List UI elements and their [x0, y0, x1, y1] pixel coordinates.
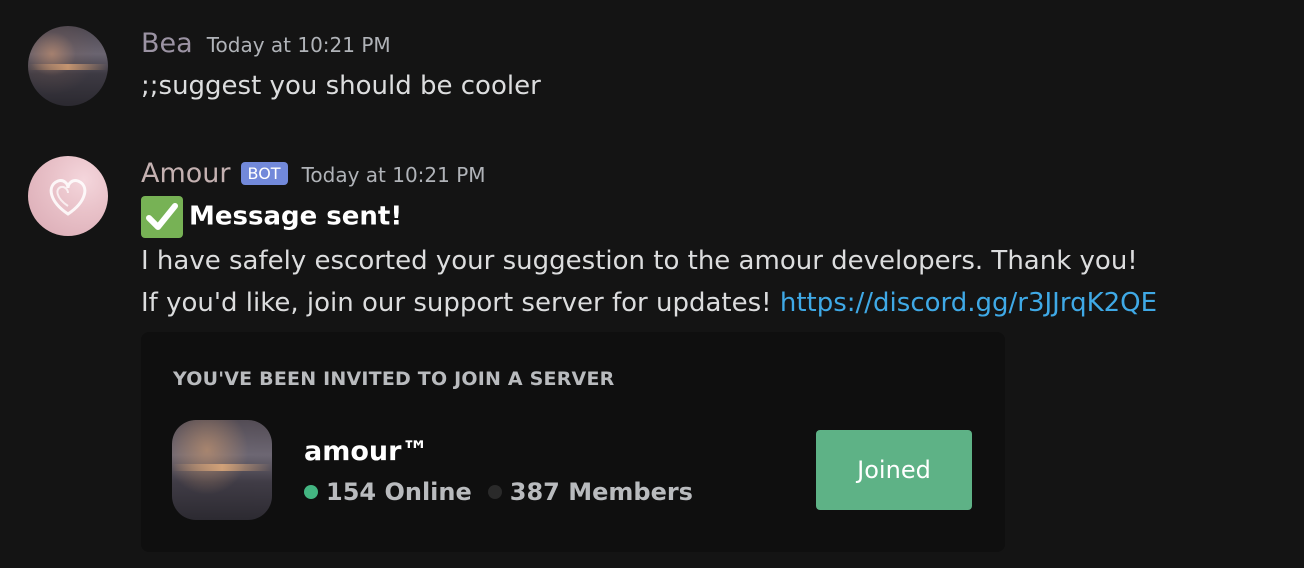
message-text: ;;suggest you should be cooler — [141, 71, 541, 101]
server-stats: 154 Online 387 Members — [304, 478, 693, 506]
message-header: Amour BOT Today at 10:21 PM — [141, 158, 486, 189]
heart-logo-icon — [49, 179, 87, 216]
server-name[interactable]: amour™ — [304, 436, 428, 467]
message-heading-line: Message sent! — [141, 196, 402, 238]
avatar-bea[interactable] — [28, 26, 108, 106]
online-status-icon — [304, 485, 318, 499]
message-line-1: I have safely escorted your suggestion t… — [141, 246, 1138, 276]
joined-button[interactable]: Joined — [816, 430, 972, 510]
members-status-icon — [487, 485, 502, 499]
message-heading: Message sent! — [189, 201, 403, 232]
timestamp: Today at 10:21 PM — [301, 163, 486, 187]
online-count: 154 Online — [326, 478, 472, 506]
avatar-amour[interactable] — [28, 156, 108, 236]
bot-tag: BOT — [240, 162, 288, 185]
invite-title: YOU'VE BEEN INVITED TO JOIN A SERVER — [173, 368, 615, 390]
username-bea[interactable]: Bea — [141, 28, 193, 59]
invite-link[interactable]: https://discord.gg/r3JJrqK2QE — [780, 288, 1157, 318]
member-count: 387 Members — [509, 478, 693, 506]
timestamp: Today at 10:21 PM — [206, 33, 391, 57]
message-line-2: If you'd like, join our support server f… — [141, 288, 1157, 318]
username-amour[interactable]: Amour — [141, 158, 231, 189]
message-header: Bea Today at 10:21 PM — [141, 28, 391, 59]
check-mark-button-icon — [141, 196, 183, 238]
server-icon[interactable] — [172, 420, 272, 520]
message-line-2-text: If you'd like, join our support server f… — [141, 288, 772, 318]
server-invite-card: YOU'VE BEEN INVITED TO JOIN A SERVER amo… — [141, 332, 1005, 552]
